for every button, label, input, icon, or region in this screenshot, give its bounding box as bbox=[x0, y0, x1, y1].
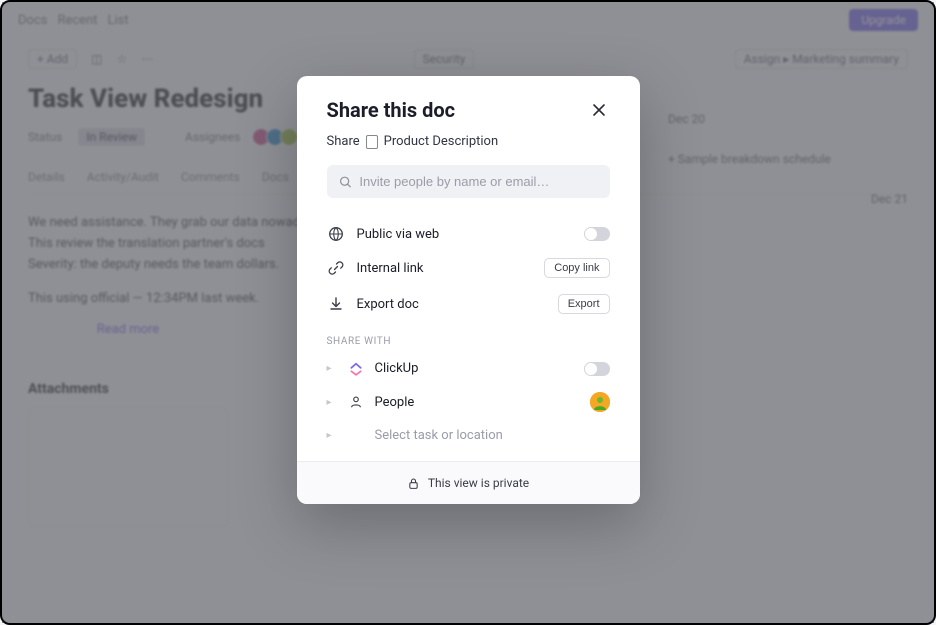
share-target-label: Select task or location bbox=[375, 428, 610, 443]
modal-subtitle: Share Product Description bbox=[327, 134, 610, 149]
avatar bbox=[590, 392, 610, 412]
share-modal: Share this doc Share Product Description bbox=[297, 76, 640, 504]
option-export: Export doc Export bbox=[327, 286, 610, 322]
clickup-icon bbox=[347, 362, 365, 376]
share-target-label: ClickUp bbox=[375, 361, 574, 376]
option-label: Export doc bbox=[357, 297, 546, 312]
clickup-toggle[interactable] bbox=[584, 362, 610, 376]
option-internal: Internal link Copy link bbox=[327, 250, 610, 286]
globe-icon bbox=[327, 226, 345, 242]
option-public: Public via web bbox=[327, 218, 610, 250]
modal-footer: This view is private bbox=[297, 461, 640, 504]
person-icon bbox=[347, 395, 365, 409]
footer-text: This view is private bbox=[428, 476, 529, 490]
doc-icon bbox=[366, 135, 378, 149]
modal-overlay[interactable]: Share this doc Share Product Description bbox=[2, 2, 934, 623]
option-label: Public via web bbox=[357, 227, 572, 242]
link-icon bbox=[327, 260, 345, 276]
lock-icon bbox=[407, 477, 420, 490]
search-icon bbox=[339, 175, 352, 189]
invite-search[interactable] bbox=[327, 165, 610, 198]
export-button[interactable]: Export bbox=[558, 294, 610, 314]
modal-title: Share this doc bbox=[327, 98, 456, 122]
share-with-label: SHARE WITH bbox=[327, 336, 610, 347]
share-target-people[interactable]: ▸ People bbox=[327, 384, 610, 420]
copy-link-button[interactable]: Copy link bbox=[544, 258, 609, 278]
close-icon bbox=[592, 103, 606, 117]
share-target-label: People bbox=[375, 395, 580, 410]
share-target-clickup[interactable]: ▸ ClickUp bbox=[327, 353, 610, 384]
caret-right-icon: ▸ bbox=[327, 430, 337, 441]
caret-right-icon: ▸ bbox=[327, 397, 337, 408]
public-toggle[interactable] bbox=[584, 227, 610, 241]
invite-input[interactable] bbox=[359, 174, 597, 189]
download-icon bbox=[327, 296, 345, 312]
share-target-select[interactable]: ▸ Select task or location bbox=[327, 420, 610, 451]
option-label: Internal link bbox=[357, 261, 533, 276]
close-button[interactable] bbox=[588, 99, 610, 121]
caret-right-icon: ▸ bbox=[327, 363, 337, 374]
